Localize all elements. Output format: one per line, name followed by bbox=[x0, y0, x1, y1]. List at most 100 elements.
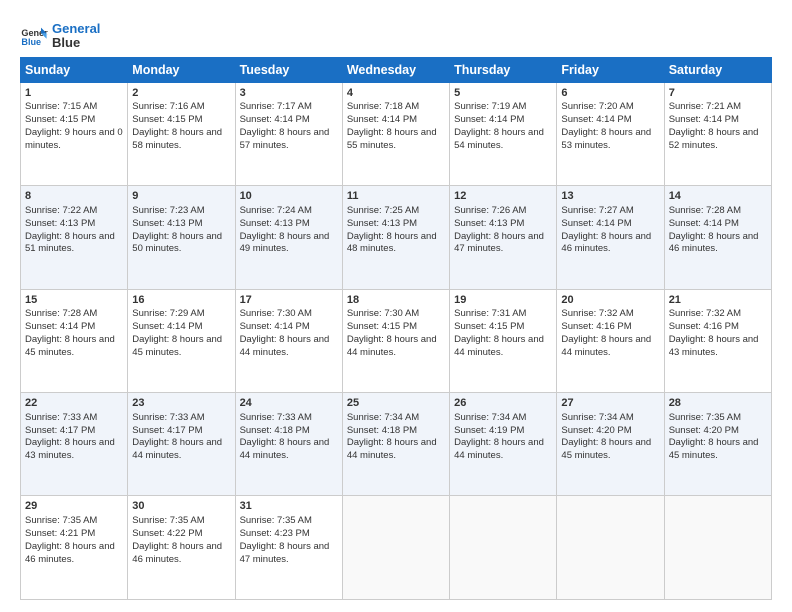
sunset-text: Sunset: 4:15 PM bbox=[25, 114, 95, 125]
day-number: 12 bbox=[454, 189, 552, 204]
day-number: 13 bbox=[561, 189, 659, 204]
calendar-week-row: 8Sunrise: 7:22 AM Sunset: 4:13 PM Daylight… bbox=[21, 186, 772, 289]
calendar-cell bbox=[450, 496, 557, 600]
calendar-cell: 27Sunrise: 7:34 AMSunset: 4:20 PMDayligh… bbox=[557, 393, 664, 496]
day-number: 26 bbox=[454, 396, 552, 411]
daylight-text: Daylight: 8 hours and 44 minutes. bbox=[240, 437, 330, 461]
daylight-text: Daylight: 8 hours and 46 minutes. bbox=[132, 541, 222, 565]
calendar-cell bbox=[342, 496, 449, 600]
col-header-monday: Monday bbox=[128, 57, 235, 82]
sunset-text: Sunset: 4:21 PM bbox=[25, 528, 95, 539]
sunrise-text: Sunrise: 7:20 AM bbox=[561, 101, 633, 112]
calendar-cell: 25Sunrise: 7:34 AMSunset: 4:18 PMDayligh… bbox=[342, 393, 449, 496]
sunrise-text: Sunrise: 7:26 AM bbox=[454, 205, 526, 216]
day-number: 16 bbox=[132, 293, 230, 308]
sunrise-text: Sunrise: 7:25 AM bbox=[347, 205, 419, 216]
day-number: 5 bbox=[454, 86, 552, 101]
calendar-cell: 28Sunrise: 7:35 AMSunset: 4:20 PMDayligh… bbox=[664, 393, 771, 496]
daylight-text: Daylight: 8 hours and 44 minutes. bbox=[132, 437, 222, 461]
sunset-text: Sunset: 4:20 PM bbox=[669, 425, 739, 436]
day-number: 22 bbox=[25, 396, 123, 411]
day-number: 1 bbox=[25, 86, 123, 101]
calendar-cell: 31Sunrise: 7:35 AMSunset: 4:23 PMDayligh… bbox=[235, 496, 342, 600]
daylight-text: Daylight: 8 hours and 44 minutes. bbox=[240, 334, 330, 358]
sunset-text: Sunset: 4:17 PM bbox=[132, 425, 202, 436]
logo: General Blue General Blue bbox=[20, 22, 100, 51]
day-number: 9 bbox=[132, 189, 230, 204]
day-number: 30 bbox=[132, 499, 230, 514]
daylight-text: Daylight: 8 hours and 53 minutes. bbox=[561, 127, 651, 151]
calendar-week-row: 1Sunrise: 7:15 AM Sunset: 4:15 PM Daylight… bbox=[21, 82, 772, 185]
daylight-text: Daylight: 8 hours and 50 minutes. bbox=[132, 231, 222, 255]
calendar-cell: 22Sunrise: 7:33 AMSunset: 4:17 PMDayligh… bbox=[21, 393, 128, 496]
logo-icon: General Blue bbox=[20, 22, 48, 50]
sunrise-text: Sunrise: 7:28 AM bbox=[25, 308, 97, 319]
sunrise-text: Sunrise: 7:28 AM bbox=[669, 205, 741, 216]
sunset-text: Sunset: 4:16 PM bbox=[561, 321, 631, 332]
calendar-cell: 26Sunrise: 7:34 AMSunset: 4:19 PMDayligh… bbox=[450, 393, 557, 496]
calendar-cell bbox=[664, 496, 771, 600]
sunrise-text: Sunrise: 7:27 AM bbox=[561, 205, 633, 216]
sunrise-text: Sunrise: 7:29 AM bbox=[132, 308, 204, 319]
sunset-text: Sunset: 4:14 PM bbox=[561, 218, 631, 229]
sunset-text: Sunset: 4:13 PM bbox=[454, 218, 524, 229]
calendar-week-row: 22Sunrise: 7:33 AMSunset: 4:17 PMDayligh… bbox=[21, 393, 772, 496]
day-number: 6 bbox=[561, 86, 659, 101]
sunrise-text: Sunrise: 7:24 AM bbox=[240, 205, 312, 216]
calendar-cell: 15Sunrise: 7:28 AMSunset: 4:14 PMDayligh… bbox=[21, 289, 128, 392]
calendar-cell: 11Sunrise: 7:25 AMSunset: 4:13 PMDayligh… bbox=[342, 186, 449, 289]
col-header-sunday: Sunday bbox=[21, 57, 128, 82]
sunrise-text: Sunrise: 7:34 AM bbox=[561, 412, 633, 423]
sunset-text: Sunset: 4:14 PM bbox=[25, 321, 95, 332]
sunset-text: Sunset: 4:14 PM bbox=[240, 321, 310, 332]
sunrise-text: Sunrise: 7:19 AM bbox=[454, 101, 526, 112]
daylight-text: Daylight: 8 hours and 44 minutes. bbox=[561, 334, 651, 358]
daylight-text: Daylight: 8 hours and 52 minutes. bbox=[669, 127, 759, 151]
daylight-text: Daylight: 8 hours and 45 minutes. bbox=[561, 437, 651, 461]
sunset-text: Sunset: 4:16 PM bbox=[669, 321, 739, 332]
daylight-text: Daylight: 8 hours and 43 minutes. bbox=[25, 437, 115, 461]
daylight-text: Daylight: 8 hours and 49 minutes. bbox=[240, 231, 330, 255]
calendar-cell: 19Sunrise: 7:31 AMSunset: 4:15 PMDayligh… bbox=[450, 289, 557, 392]
sunset-text: Sunset: 4:14 PM bbox=[669, 114, 739, 125]
day-number: 21 bbox=[669, 293, 767, 308]
calendar-cell: 1Sunrise: 7:15 AMSunset: 4:15 PMDaylight… bbox=[21, 82, 128, 185]
sunrise-text: Sunrise: 7:33 AM bbox=[240, 412, 312, 423]
daylight-text: Daylight: 8 hours and 46 minutes. bbox=[561, 231, 651, 255]
day-number: 20 bbox=[561, 293, 659, 308]
sunrise-text: Sunrise: 7:34 AM bbox=[454, 412, 526, 423]
sunrise-text: Sunrise: 7:35 AM bbox=[240, 515, 312, 526]
sunset-text: Sunset: 4:14 PM bbox=[669, 218, 739, 229]
calendar-cell: 4Sunrise: 7:18 AMSunset: 4:14 PMDaylight… bbox=[342, 82, 449, 185]
day-number: 31 bbox=[240, 499, 338, 514]
daylight-text: Daylight: 8 hours and 44 minutes. bbox=[347, 437, 437, 461]
col-header-saturday: Saturday bbox=[664, 57, 771, 82]
calendar-header-row: SundayMondayTuesdayWednesdayThursdayFrid… bbox=[21, 57, 772, 82]
sunrise-text: Sunrise: 7:23 AM bbox=[132, 205, 204, 216]
sunset-text: Sunset: 4:15 PM bbox=[347, 321, 417, 332]
calendar-cell: 9Sunrise: 7:23 AM Sunset: 4:13 PM Daylight… bbox=[128, 186, 235, 289]
day-number: 18 bbox=[347, 293, 445, 308]
sunrise-text: Sunrise: 7:15 AM bbox=[25, 101, 97, 112]
day-number: 3 bbox=[240, 86, 338, 101]
day-number: 4 bbox=[347, 86, 445, 101]
sunrise-text: Sunrise: 7:22 AM bbox=[25, 205, 97, 216]
daylight-text: Daylight: 8 hours and 45 minutes. bbox=[669, 437, 759, 461]
sunrise-text: Sunrise: 7:34 AM bbox=[347, 412, 419, 423]
calendar-cell: 5Sunrise: 7:19 AMSunset: 4:14 PMDaylight… bbox=[450, 82, 557, 185]
sunrise-text: Sunrise: 7:35 AM bbox=[25, 515, 97, 526]
calendar-cell: 16Sunrise: 7:29 AMSunset: 4:14 PMDayligh… bbox=[128, 289, 235, 392]
daylight-text: Daylight: 8 hours and 54 minutes. bbox=[454, 127, 544, 151]
daylight-text: Daylight: 8 hours and 58 minutes. bbox=[132, 127, 222, 151]
sunset-text: Sunset: 4:13 PM bbox=[132, 218, 202, 229]
daylight-text: Daylight: 8 hours and 51 minutes. bbox=[25, 231, 115, 255]
day-number: 8 bbox=[25, 189, 123, 204]
page: General Blue General Blue SundayMondayTu… bbox=[0, 0, 792, 612]
calendar-cell bbox=[557, 496, 664, 600]
day-number: 14 bbox=[669, 189, 767, 204]
sunrise-text: Sunrise: 7:35 AM bbox=[132, 515, 204, 526]
sunset-text: Sunset: 4:23 PM bbox=[240, 528, 310, 539]
sunrise-text: Sunrise: 7:30 AM bbox=[240, 308, 312, 319]
sunset-text: Sunset: 4:14 PM bbox=[347, 114, 417, 125]
day-number: 23 bbox=[132, 396, 230, 411]
